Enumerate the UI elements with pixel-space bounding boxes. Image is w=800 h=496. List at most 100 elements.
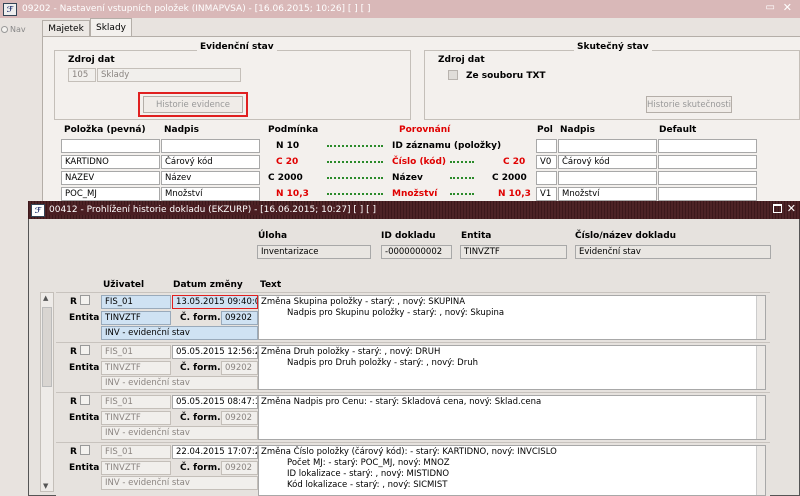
grid-polozka-field[interactable]: KARTIDNO bbox=[61, 155, 160, 169]
tab-majetek[interactable]: Majetek bbox=[42, 20, 90, 37]
grid-pol-field[interactable] bbox=[536, 139, 557, 153]
left-scrollbar[interactable]: ▲ ▼ bbox=[40, 292, 54, 492]
text-scrollbar[interactable] bbox=[756, 446, 765, 495]
historie-evidence-button[interactable]: Historie evidence bbox=[143, 96, 243, 113]
date-field[interactable]: 05.05.2015 12:56:26 bbox=[172, 345, 258, 359]
r-checkbox[interactable] bbox=[80, 345, 90, 355]
scroll-up-icon[interactable]: ▲ bbox=[43, 294, 48, 302]
id-dokladu-label: ID dokladu bbox=[381, 231, 436, 241]
entita-row-field[interactable]: TINVZTF bbox=[101, 311, 171, 325]
cform-field[interactable]: 09202 bbox=[221, 311, 258, 325]
cislo-dokladu-field[interactable]: Evidenční stav bbox=[575, 245, 771, 259]
grid-nadpis-field[interactable]: Název bbox=[161, 171, 260, 185]
change-text[interactable]: Změna Druh položky - starý: , nový: DRUH… bbox=[258, 345, 766, 390]
r-label: R bbox=[70, 447, 77, 457]
user-field[interactable]: FIS_01 bbox=[101, 395, 171, 409]
grid-default-field[interactable] bbox=[658, 187, 757, 201]
grid-default-field[interactable] bbox=[658, 171, 757, 185]
date-field[interactable]: 05.05.2015 08:47:15 bbox=[172, 395, 258, 409]
hdr-nadpis-2: Nadpis bbox=[560, 125, 595, 135]
change-line: Nadpis pro Skupinu položky - starý: , no… bbox=[287, 308, 505, 318]
grid-nadpis-field[interactable]: Množství bbox=[161, 187, 260, 201]
scroll-down-icon[interactable]: ▼ bbox=[43, 482, 48, 490]
grid-nadpis2-field[interactable]: Množství bbox=[558, 187, 657, 201]
dialog-close-icon[interactable]: ✕ bbox=[787, 202, 796, 215]
grid-nadpis2-field[interactable] bbox=[558, 171, 657, 185]
user-field[interactable]: FIS_01 bbox=[101, 295, 171, 309]
r-checkbox[interactable] bbox=[80, 395, 90, 405]
col-text: Text bbox=[260, 280, 282, 290]
change-line: Počet MJ: - starý: POC_MJ, nový: MNOZ bbox=[287, 458, 450, 468]
entita-row-label: Entita bbox=[69, 413, 100, 423]
grid-cond: C 2000 bbox=[268, 173, 303, 183]
bg-close-icon[interactable]: ✕ bbox=[783, 1, 792, 14]
cform-field[interactable]: 09202 bbox=[221, 411, 258, 425]
grid-pol-field[interactable]: V1 bbox=[536, 187, 557, 201]
dialog-restore-icon[interactable] bbox=[773, 204, 782, 213]
id-dokladu-field[interactable]: -0000000002 bbox=[381, 245, 452, 259]
grid-nadpis-field[interactable] bbox=[161, 139, 260, 153]
uloha-field[interactable]: Inventarizace bbox=[257, 245, 371, 259]
evid-zdroj-label: Zdroj dat bbox=[68, 55, 115, 65]
historie-skutecnosti-button[interactable]: Historie skutečnosti bbox=[646, 96, 732, 113]
entita-row-field[interactable]: TINVZTF bbox=[101, 361, 171, 375]
grid-cond-2: N 10,3 bbox=[498, 189, 531, 199]
grid-cond: C 20 bbox=[276, 157, 299, 167]
change-text[interactable]: Změna Nadpis pro Cenu: - starý: Skladová… bbox=[258, 395, 766, 440]
text-scrollbar[interactable] bbox=[756, 396, 765, 439]
grid-default-field[interactable] bbox=[658, 139, 757, 153]
tab-sklady-label: Sklady bbox=[96, 23, 126, 33]
entita-row-label: Entita bbox=[69, 313, 100, 323]
grid-polozka-field[interactable]: NAZEV bbox=[61, 171, 160, 185]
evid-title: Evidenční stav bbox=[197, 42, 277, 52]
entita-row-field[interactable]: TINVZTF bbox=[101, 411, 171, 425]
nav-button[interactable]: Nav bbox=[1, 22, 38, 36]
r-label: R bbox=[70, 347, 77, 357]
change-text[interactable]: Změna Skupina položky - starý: , nový: S… bbox=[258, 295, 766, 340]
entita-field[interactable]: TINVZTF bbox=[460, 245, 567, 259]
hdr-polozka: Položka (pevná) bbox=[64, 125, 146, 135]
grid-nadpis2-field[interactable] bbox=[558, 139, 657, 153]
desc-field[interactable]: INV - evidenční stav bbox=[101, 376, 258, 390]
ze-souboru-label: Ze souboru TXT bbox=[466, 71, 546, 81]
bg-minimize-icon[interactable]: ▭ bbox=[766, 2, 775, 13]
grid-cond-2: C 20 bbox=[503, 157, 526, 167]
grid-pol-field[interactable] bbox=[536, 171, 557, 185]
app-logo-icon: ℱ bbox=[3, 2, 17, 16]
grid-pol-field[interactable]: V0 bbox=[536, 155, 557, 169]
evid-zdroj-name[interactable]: Sklady bbox=[97, 68, 241, 82]
cform-label: Č. form. bbox=[180, 363, 221, 373]
text-scrollbar[interactable] bbox=[756, 346, 765, 389]
grid-polozka-field[interactable]: POC_MJ bbox=[61, 187, 160, 201]
nav-label: Nav bbox=[10, 24, 26, 34]
tab-sklady[interactable]: Sklady bbox=[90, 18, 132, 37]
grid-nadpis-field[interactable]: Čárový kód bbox=[161, 155, 260, 169]
entita-row-field[interactable]: TINVZTF bbox=[101, 461, 171, 475]
change-text[interactable]: Změna Číslo položky (čárový kód): - star… bbox=[258, 445, 766, 496]
text-scrollbar[interactable] bbox=[756, 296, 765, 339]
desc-field[interactable]: INV - evidenční stav bbox=[101, 326, 258, 340]
desc-field[interactable]: INV - evidenční stav bbox=[101, 476, 258, 490]
evid-zdroj-code[interactable]: 105 bbox=[68, 68, 96, 82]
r-checkbox[interactable] bbox=[80, 295, 90, 305]
grid-label: Množství bbox=[392, 189, 438, 199]
grid-cond-2: C 2000 bbox=[492, 173, 527, 183]
r-checkbox[interactable] bbox=[80, 445, 90, 455]
cform-field[interactable]: 09202 bbox=[221, 461, 258, 475]
grid-nadpis2-field[interactable]: Čárový kód bbox=[558, 155, 657, 169]
skut-zdroj-label: Zdroj dat bbox=[438, 55, 485, 65]
scroll-thumb[interactable] bbox=[42, 307, 52, 387]
change-line: Změna Nadpis pro Cenu: - starý: Skladová… bbox=[261, 397, 542, 407]
desc-field[interactable]: INV - evidenční stav bbox=[101, 426, 258, 440]
user-field[interactable]: FIS_01 bbox=[101, 445, 171, 459]
user-field[interactable]: FIS_01 bbox=[101, 345, 171, 359]
grid-default-field[interactable] bbox=[658, 155, 757, 169]
ze-souboru-checkbox[interactable] bbox=[448, 70, 458, 80]
grid-dots bbox=[450, 177, 474, 179]
grid-dots bbox=[327, 145, 383, 147]
nav-radio-icon bbox=[1, 25, 8, 33]
cform-field[interactable]: 09202 bbox=[221, 361, 258, 375]
date-field[interactable]: 22.04.2015 17:07:21 bbox=[172, 445, 258, 459]
date-field[interactable]: 13.05.2015 09:40:03 bbox=[172, 295, 258, 309]
grid-polozka-field[interactable] bbox=[61, 139, 160, 153]
